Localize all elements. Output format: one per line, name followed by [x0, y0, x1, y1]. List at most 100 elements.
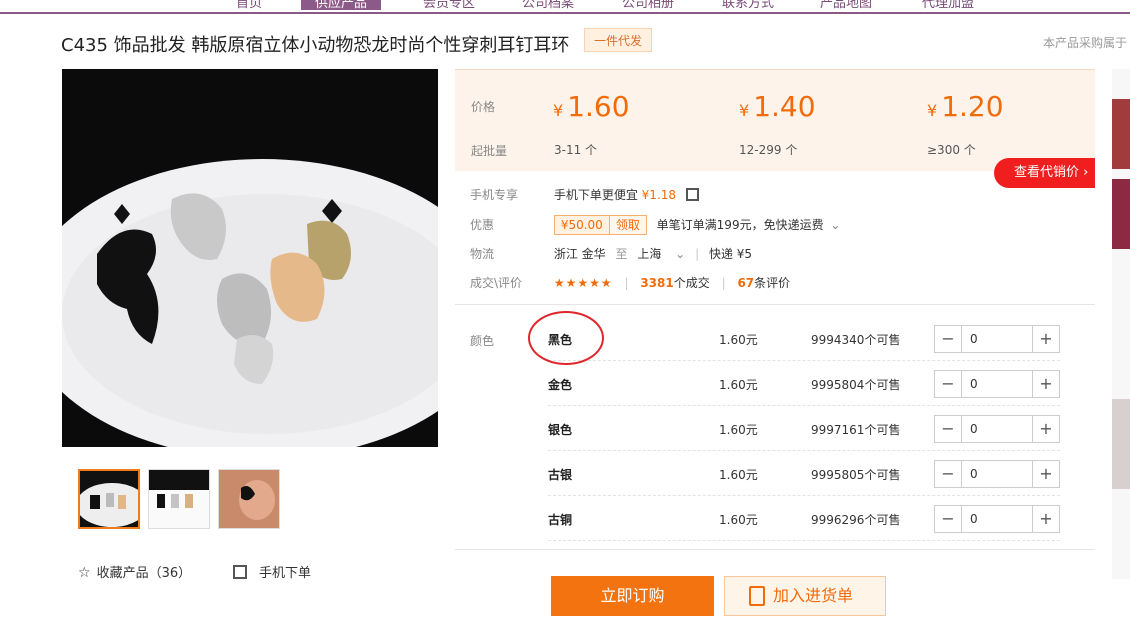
right-side-panel: [1112, 69, 1130, 579]
sku-stock: 9997161个可售: [811, 423, 901, 437]
add-to-cart-button[interactable]: 加入进货单: [724, 576, 886, 616]
sku-price: 1.60元: [719, 333, 758, 347]
right-note: 本产品采购属于: [1043, 36, 1128, 50]
review-unit: 条评价: [754, 276, 791, 290]
sku-stock: 9994340个可售: [811, 333, 901, 347]
minus-button[interactable]: −: [935, 371, 962, 397]
mobile-order-button[interactable]: 手机下单: [233, 562, 311, 581]
nav-item-home[interactable]: 首页: [236, 0, 262, 11]
nav-item-agent[interactable]: 代理加盟: [922, 0, 974, 11]
minus-button[interactable]: −: [935, 326, 962, 352]
minus-button[interactable]: −: [935, 506, 962, 532]
qrcode-small-icon[interactable]: [685, 188, 699, 201]
quantity-stepper[interactable]: − 0 +: [934, 505, 1060, 533]
nav-item-map[interactable]: 产品地图: [820, 0, 872, 11]
logistics-row: 物流 浙江 金华 至 上海 ⌄ | 快递 ¥5: [470, 247, 753, 261]
deals-row: 成交\评价 ★★★★★ | 3381个成交 | 67条评价: [470, 276, 791, 290]
divider: [455, 549, 1095, 550]
ship-from: 浙江 金华: [553, 247, 606, 261]
quantity-stepper[interactable]: − 0 +: [934, 325, 1060, 353]
sku-name: 古铜: [548, 513, 573, 527]
sku-row: 银色 1.60元 9997161个可售 − 0 +: [548, 406, 1060, 451]
quantity-value[interactable]: 0: [970, 422, 978, 436]
nav-item-company[interactable]: 公司档案: [522, 0, 574, 11]
nav-item-members[interactable]: 会员专区: [423, 0, 475, 11]
color-label: 颜色: [470, 334, 495, 348]
min-qty-label: 起批量: [471, 144, 508, 158]
logistics-label: 物流: [470, 247, 495, 261]
deals-count[interactable]: 3381: [640, 276, 673, 290]
sku-name: 银色: [548, 423, 573, 437]
discount-label: 优惠: [470, 217, 495, 232]
deals-unit: 个成交: [673, 276, 710, 290]
sku-row: 古铜 1.60元 9996296个可售 − 0 +: [548, 496, 1060, 541]
nav-item-album[interactable]: 公司相册: [622, 0, 674, 11]
sku-stock: 9996296个可售: [811, 513, 901, 527]
ship-to-word: 至: [615, 247, 628, 261]
minus-button[interactable]: −: [935, 416, 962, 442]
coupon[interactable]: ¥50.00 领取: [553, 215, 647, 235]
chevron-down-icon[interactable]: ⌄: [830, 218, 840, 232]
coupon-get: 领取: [608, 216, 646, 234]
thumbnail-2[interactable]: [148, 469, 210, 529]
qty-tier-2: 12-299 个: [739, 143, 798, 157]
nav-item-products[interactable]: 供应产品: [301, 0, 382, 11]
highlight-circle-annotation: [528, 311, 604, 365]
main-product-image[interactable]: [62, 69, 438, 447]
ship-to-select[interactable]: 上海 ⌄: [637, 247, 685, 261]
thumbnail-1[interactable]: [78, 469, 140, 529]
plus-button[interactable]: +: [1032, 506, 1059, 532]
sku-row: 黑色 1.60元 9994340个可售 − 0 +: [548, 316, 1060, 361]
plus-button[interactable]: +: [1032, 371, 1059, 397]
quantity-stepper[interactable]: − 0 +: [934, 460, 1060, 488]
qty-tier-3: ≥300 个: [927, 143, 976, 157]
price-tier-2: ¥1.40: [739, 90, 816, 123]
buy-now-button[interactable]: 立即订购: [551, 576, 714, 616]
price-tier-1: ¥1.60: [553, 90, 630, 123]
sku-name: 金色: [548, 378, 573, 392]
sku-price: 1.60元: [719, 423, 758, 437]
qty-tier-1: 3-11 个: [554, 143, 598, 157]
product-title: C435 饰品批发 韩版原宿立体小动物恐龙时尚个性穿刺耳钉耳环: [61, 35, 570, 56]
quantity-value[interactable]: 0: [970, 377, 978, 391]
thumbnail-3[interactable]: [218, 469, 280, 529]
plus-button[interactable]: +: [1032, 416, 1059, 442]
mobile-order-label: 手机下单: [259, 566, 312, 581]
chevron-down-icon: ⌄: [675, 247, 686, 261]
favorite-button[interactable]: ☆ 收藏产品（36）: [78, 562, 191, 581]
clipboard-icon: [749, 586, 765, 606]
review-count[interactable]: 67: [737, 276, 754, 290]
plus-button[interactable]: +: [1032, 326, 1059, 352]
divider: [455, 304, 1095, 305]
qrcode-icon: [233, 565, 247, 579]
mobile-exclusive-row: 手机专享 手机下单更便宜 ¥1.18: [470, 186, 699, 203]
rating-stars: ★★★★★: [553, 276, 613, 290]
quantity-value[interactable]: 0: [970, 332, 978, 346]
quantity-value[interactable]: 0: [970, 512, 978, 526]
sku-price: 1.60元: [719, 513, 758, 527]
sku-price: 1.60元: [719, 468, 758, 482]
sku-row: 古银 1.60元 9995805个可售 − 0 +: [548, 451, 1060, 496]
mobile-price: ¥1.18: [641, 188, 677, 202]
plus-button[interactable]: +: [1032, 461, 1059, 487]
nav-item-contact[interactable]: 联系方式: [722, 0, 774, 11]
sku-stock: 9995805个可售: [811, 468, 901, 482]
quantity-value[interactable]: 0: [970, 467, 978, 481]
coupon-amount: ¥50.00: [554, 216, 609, 234]
sku-row: 金色 1.60元 9995804个可售 − 0 +: [548, 361, 1060, 406]
price-box: 价格 起批量 ¥1.60 ¥1.40 ¥1.20 3-11 个 12-299 个…: [455, 69, 1095, 171]
deals-label: 成交\评价: [470, 276, 523, 290]
sku-name: 古银: [548, 468, 573, 482]
quantity-stepper[interactable]: − 0 +: [934, 370, 1060, 398]
sku-stock: 9995804个可售: [811, 378, 901, 392]
star-outline-icon: ☆: [78, 565, 91, 581]
quantity-stepper[interactable]: − 0 +: [934, 415, 1060, 443]
discount-text: 单笔订单满199元，免快递运费: [656, 217, 824, 232]
view-agent-price-button[interactable]: 查看代销价 ›: [994, 158, 1095, 188]
mobile-label: 手机专享: [470, 188, 519, 202]
price-label: 价格: [471, 100, 496, 114]
product-photo: [62, 69, 438, 447]
minus-button[interactable]: −: [935, 461, 962, 487]
add-to-cart-label: 加入进货单: [773, 586, 854, 605]
favorite-label: 收藏产品（36）: [96, 566, 192, 581]
